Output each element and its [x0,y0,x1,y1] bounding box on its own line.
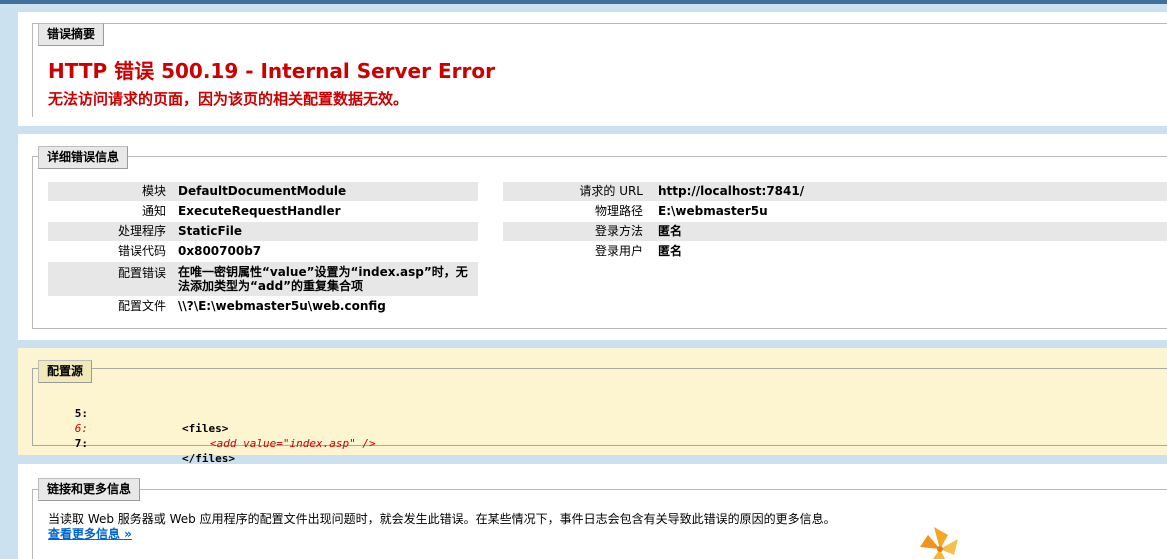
detail-value: 匿名 [658,244,683,258]
fieldset-border-top [32,368,1167,369]
fieldset-border-left [32,156,33,328]
more-info-panel: 链接和更多信息 当读取 Web 服务器或 Web 应用程序的配置文件出现问题时，… [18,464,1167,559]
fieldset-border-left [32,368,33,445]
detail-label: 配置错误 [117,266,166,280]
detail-value: \\?\E:\webmaster5u\web.config [178,299,386,313]
detail-value: ExecuteRequestHandler [178,204,341,218]
error-title: HTTP 错误 500.19 - Internal Server Error [48,59,495,83]
detail-row-requested-url: 请求的 URL http://localhost:7841/ [503,182,1167,201]
fieldset-border-top [32,489,1167,490]
detail-value: http://localhost:7841/ [658,184,805,198]
detail-label: 登录用户 [594,244,643,258]
fieldset-border-top [32,156,1167,157]
code-line: 7: </files> [60,421,560,465]
code-line: 5: <files> [60,391,560,435]
detail-value: 0x800700b7 [178,244,262,258]
fieldset-border-left [32,23,33,117]
detail-row-config-file: 配置文件 \\?\E:\webmaster5u\web.config [48,297,478,316]
error-subtitle: 无法访问请求的页面，因为该页的相关配置数据无效。 [48,90,409,108]
fieldset-border-left [32,489,33,559]
detail-row-error-code: 错误代码 0x800700b7 [48,242,478,261]
detail-label: 登录方法 [594,224,643,238]
detail-label: 通知 [141,204,166,218]
more-info-legend: 链接和更多信息 [38,478,141,501]
detail-label: 错误代码 [117,244,166,258]
error-summary-panel: 错误摘要 HTTP 错误 500.19 - Internal Server Er… [18,12,1167,126]
detail-row-handler: 处理程序 StaticFile [48,222,478,241]
error-summary-legend: 错误摘要 [38,23,105,46]
detail-row-logon-user: 登录用户 匿名 [503,242,1167,261]
detail-label: 模块 [141,184,166,198]
line-number: 7: [74,437,88,450]
detail-label: 配置文件 [117,299,166,313]
detail-row-physical-path: 物理路径 E:\webmaster5u [503,202,1167,221]
detail-value: E:\webmaster5u [658,204,768,218]
config-source-panel: 配置源 5: <files> 6: <add value="index.asp"… [18,348,1167,465]
detail-value: 在唯一密钥属性“value”设置为“index.asp”时，无法添加类型为“ad… [178,265,468,293]
view-more-info-link[interactable]: 查看更多信息 » [48,525,132,542]
detail-value: 匿名 [658,224,683,238]
detail-row-config-error: 配置错误 在唯一密钥属性“value”设置为“index.asp”时，无法添加类… [48,262,478,296]
pinwheel-icon [920,527,958,559]
top-border [0,0,1167,4]
detail-label: 物理路径 [594,204,643,218]
line-text: <add value="index.asp" /> [210,437,376,450]
fieldset-border-bottom [32,445,1167,446]
config-source-legend: 配置源 [38,360,93,383]
detail-row-logon-method: 登录方法 匿名 [503,222,1167,241]
fieldset-border-top [32,23,1167,24]
detail-row-module: 模块 DefaultDocumentModule [48,182,478,201]
detailed-error-legend: 详细错误信息 [38,146,129,169]
detail-label: 处理程序 [117,224,166,238]
detailed-error-panel: 详细错误信息 模块 DefaultDocumentModule 通知 Execu… [18,134,1167,340]
fieldset-border-bottom [32,328,1167,329]
detail-value: StaticFile [178,224,243,238]
detail-value: DefaultDocumentModule [178,184,347,198]
detail-row-notification: 通知 ExecuteRequestHandler [48,202,478,221]
detail-label: 请求的 URL [579,184,643,198]
more-info-description: 当读取 Web 服务器或 Web 应用程序的配置文件出现问题时，就会发生此错误。… [48,512,836,526]
code-line-error: 6: <add value="index.asp" /> [60,406,560,450]
